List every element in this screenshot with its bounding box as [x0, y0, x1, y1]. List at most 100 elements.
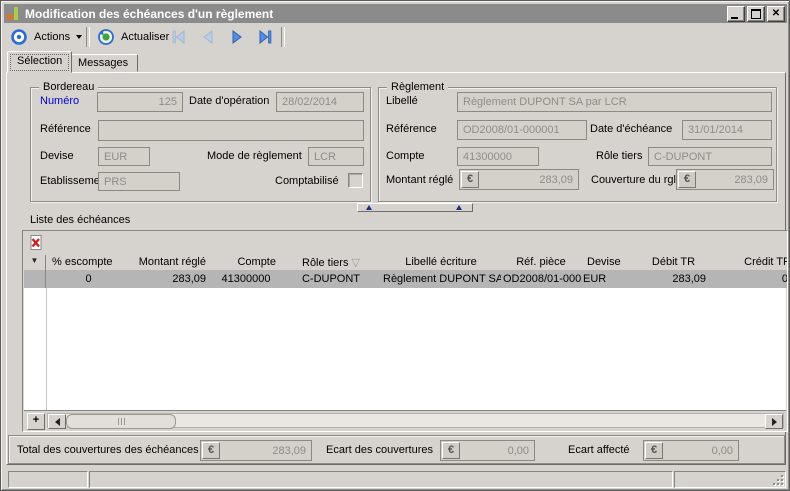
reglement-legend: Règlement — [387, 81, 448, 93]
actions-icon — [10, 28, 28, 46]
maximize-icon — [751, 9, 761, 19]
collapse-up-icon — [456, 205, 462, 210]
status-panel-right — [674, 471, 786, 488]
euro-icon[interactable]: € — [202, 442, 220, 459]
grid-header-row: ▼ % escompte Montant réglé Compte Rôle t… — [24, 255, 788, 271]
gutter-line — [46, 288, 47, 411]
scroll-right-button[interactable] — [765, 414, 783, 429]
first-record-button — [169, 28, 189, 46]
reference-reglement-label: Référence — [386, 123, 437, 135]
actions-label: Actions — [34, 31, 70, 43]
next-record-button[interactable] — [227, 28, 247, 46]
grid-header-cell[interactable]: Débit TR — [636, 255, 711, 270]
grid-cell: 283,09 — [131, 270, 211, 288]
selection-tab-page: Bordereau Numéro 125 Date d'opération 28… — [6, 72, 786, 465]
grid-header-cell[interactable]: Libellé écriture — [381, 255, 501, 270]
toolbar-separator — [281, 27, 285, 47]
tab-messages[interactable]: Messages — [68, 54, 138, 72]
grid-body[interactable] — [24, 288, 786, 411]
ecart-couvertures-value: 0,00 — [460, 445, 533, 457]
devise-field: EUR — [98, 147, 150, 166]
echeances-grid-panel: ▼ % escompte Montant réglé Compte Rôle t… — [22, 230, 788, 432]
grid-header-cell[interactable]: Réf. pièce — [501, 255, 581, 270]
ecart-affecte-label: Ecart affecté — [568, 444, 630, 456]
grid-header-cell[interactable]: Crédit TR — [711, 255, 788, 270]
euro-icon[interactable]: € — [678, 171, 696, 188]
collapse-up-icon — [366, 205, 372, 210]
reference-bordereau-field — [98, 120, 364, 141]
close-button[interactable]: ✕ — [767, 6, 785, 22]
montant-regle-field: € 283,09 — [459, 169, 579, 190]
refresh-button[interactable]: Actualiser — [94, 26, 172, 48]
euro-icon[interactable]: € — [461, 171, 479, 188]
grid-cell: Règlement DUPONT SA — [381, 270, 501, 288]
etablissement-field: PRS — [98, 172, 180, 191]
grid-cell: 283,09 — [636, 270, 711, 288]
minimize-button[interactable] — [727, 6, 745, 22]
actions-button[interactable]: Actions — [7, 26, 85, 48]
grid-header-cell[interactable]: Montant réglé — [131, 255, 211, 270]
grid-cell: OD2008/01-000 — [501, 270, 581, 288]
libelle-label: Libellé — [386, 95, 418, 107]
montant-regle-value: 283,09 — [479, 174, 577, 186]
role-tiers-label: Rôle tiers — [596, 150, 642, 162]
role-tiers-field: C-DUPONT — [648, 147, 772, 166]
filter-icon[interactable]: ▽ — [352, 257, 360, 269]
libelle-field: Règlement DUPONT SA par LCR — [457, 92, 772, 112]
couverture-field: € 283,09 — [676, 169, 774, 190]
scroll-left-icon — [55, 418, 60, 426]
tab-focus-rect — [11, 55, 68, 70]
add-row-button[interactable]: + — [27, 413, 45, 430]
refresh-label: Actualiser — [121, 31, 169, 43]
euro-icon[interactable]: € — [442, 442, 460, 459]
last-record-button[interactable] — [255, 28, 275, 46]
date-echeance-label: Date d'échéance — [590, 123, 672, 135]
scrollbar-thumb[interactable] — [66, 414, 176, 429]
tab-messages-label: Messages — [78, 57, 128, 69]
grid-header-cell[interactable]: % escompte — [46, 255, 131, 270]
grid-cell: 0 — [46, 270, 131, 288]
tab-selection[interactable]: Sélection — [7, 51, 72, 73]
row-marker-icon: ▼ — [24, 255, 46, 270]
minimize-icon — [731, 17, 738, 19]
chevron-down-icon — [76, 35, 82, 39]
grid-header-cell[interactable]: Rôle tiers ▽ — [281, 255, 381, 270]
reference-bordereau-label: Référence — [40, 123, 91, 135]
last-record-icon — [257, 30, 273, 44]
total-couvertures-value: 283,09 — [220, 445, 310, 457]
compte-field: 41300000 — [457, 147, 539, 166]
devise-label: Devise — [40, 150, 74, 162]
total-couvertures-field: € 283,09 — [200, 440, 312, 461]
delete-row-icon[interactable] — [27, 234, 45, 252]
grid-header-cell[interactable]: Devise — [581, 255, 636, 270]
previous-record-icon — [200, 30, 216, 44]
grid-cell: EUR — [581, 270, 636, 288]
ecart-affecte-field: € 0,00 — [643, 440, 739, 461]
app-icon — [7, 7, 21, 21]
numero-label: Numéro — [40, 95, 79, 107]
table-row-selected[interactable]: 0 283,09 41300000 C-DUPONT Règlement DUP… — [24, 270, 788, 288]
status-panel-left — [8, 471, 88, 488]
title-bar[interactable]: Modification des échéances d'un règlemen… — [4, 4, 787, 23]
next-record-icon — [229, 30, 245, 44]
close-icon: ✕ — [768, 7, 784, 20]
main-toolbar: Actions Actualiser — [4, 23, 787, 51]
mode-reglement-label: Mode de règlement — [207, 150, 302, 162]
ecart-couvertures-field: € 0,00 — [440, 440, 535, 461]
scroll-left-button[interactable] — [48, 414, 66, 429]
maximize-button[interactable] — [747, 6, 765, 22]
total-couvertures-label: Total des couvertures des échéances — [17, 444, 199, 456]
couverture-value: 283,09 — [696, 174, 772, 186]
splitter-handle[interactable] — [357, 203, 473, 212]
scroll-right-icon — [772, 418, 777, 426]
grid-header-cell[interactable]: Compte — [211, 255, 281, 270]
horizontal-scrollbar[interactable] — [47, 413, 784, 428]
comptabilise-checkbox — [348, 173, 363, 188]
grid-footer: + — [24, 410, 786, 430]
reference-reglement-field: OD2008/01-000001 — [457, 120, 587, 140]
date-echeance-field: 31/01/2014 — [682, 120, 772, 140]
grid-cell: 0, — [711, 270, 788, 288]
comptabilise-label: Comptabilisé — [275, 175, 339, 187]
euro-icon[interactable]: € — [645, 442, 663, 459]
resize-grip[interactable] — [771, 473, 783, 485]
